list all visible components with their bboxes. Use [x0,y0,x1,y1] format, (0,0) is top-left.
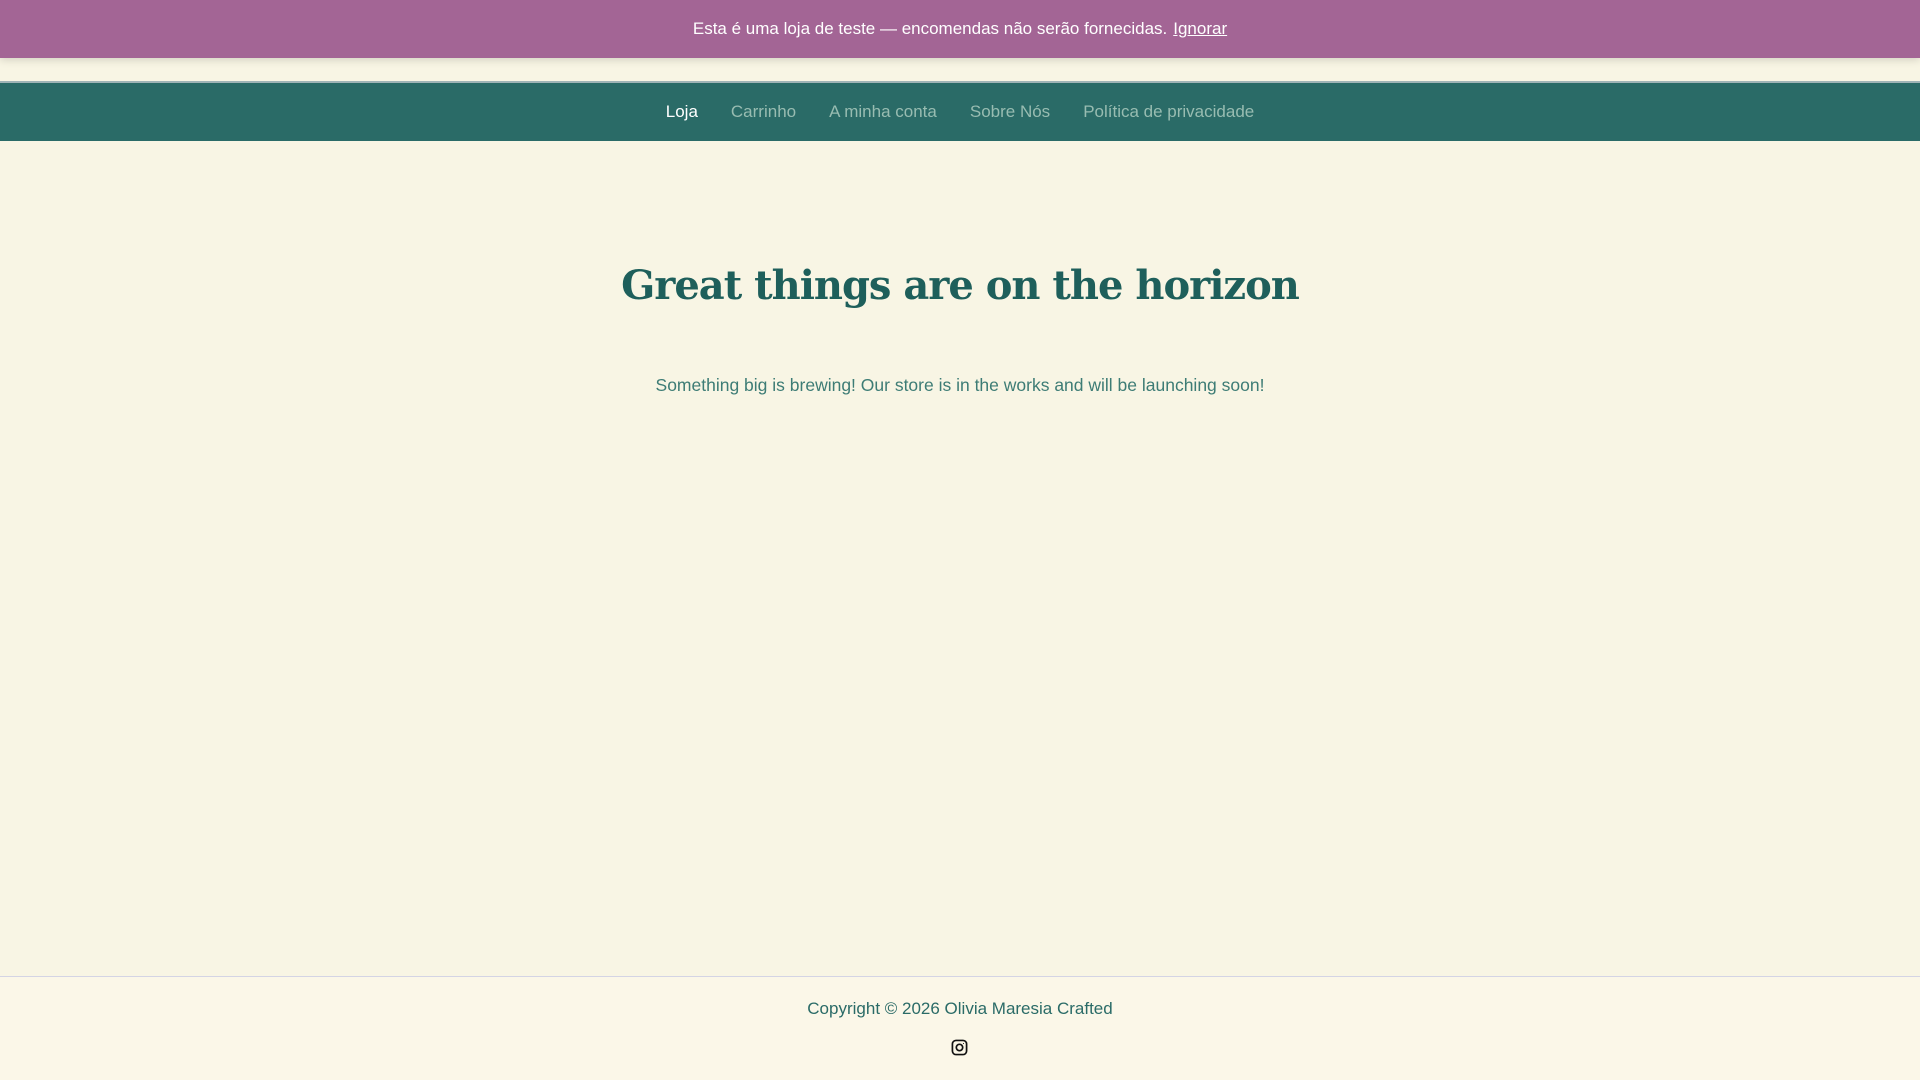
store-notice-text: Esta é uma loja de teste — encomendas nã… [692,19,1168,38]
nav-item-loja[interactable]: Loja [649,102,714,122]
main-navigation: Loja Carrinho A minha conta Sobre Nós Po… [0,81,1920,141]
store-notice-banner: Esta é uma loja de teste — encomendas nã… [0,0,1920,58]
copyright-text: Copyright © 2026 Olivia Maresia Crafted [807,999,1113,1018]
instagram-icon[interactable] [951,1039,968,1056]
page-title: Great things are on the horizon [621,262,1300,309]
page-subtitle: Something big is brewing! Our store is i… [655,375,1265,395]
nav-item-minha-conta[interactable]: A minha conta [813,102,954,122]
dismiss-link[interactable]: Ignorar [1173,19,1227,39]
footer: Copyright © 2026 Olivia Maresia Crafted [0,976,1920,1080]
nav-item-carrinho[interactable]: Carrinho [714,102,812,122]
nav-item-sobre-nos[interactable]: Sobre Nós [953,102,1066,122]
nav-item-politica-privacidade[interactable]: Política de privacidade [1067,102,1271,122]
